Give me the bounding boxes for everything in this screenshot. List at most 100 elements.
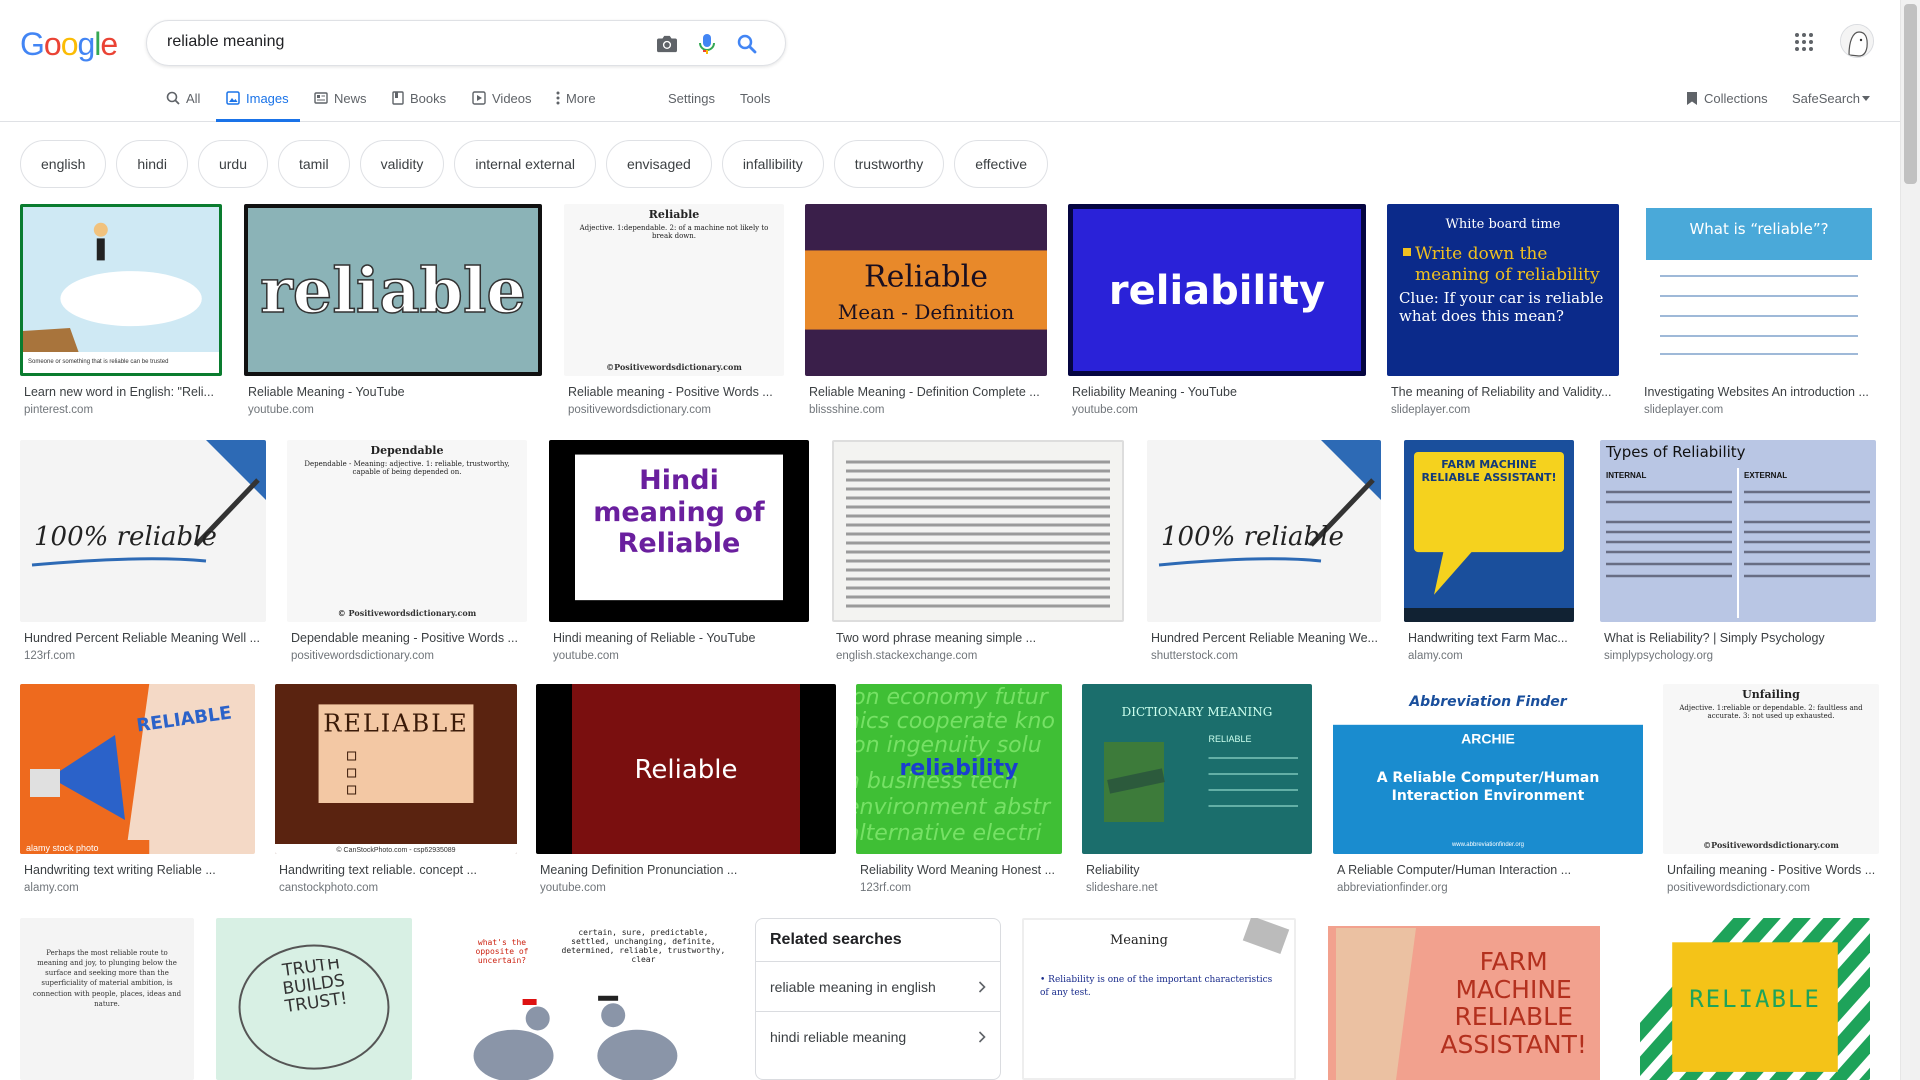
page-scrollbar[interactable] [1900, 0, 1920, 1080]
result-title[interactable]: Learn new word in English: "Reli... [24, 385, 220, 399]
account-avatar[interactable] [1840, 24, 1874, 58]
result-thumbnail[interactable]: Reliable Mean - Definition [805, 204, 1047, 376]
image-result[interactable]: Hindi meaning of Reliable Hindi meaning o… [549, 440, 809, 662]
safesearch-dropdown[interactable]: SafeSearch [1792, 91, 1870, 106]
result-title[interactable]: Handwriting text reliable. concept ... [279, 863, 515, 877]
image-result[interactable]: DICTIONARY MEANING RELIABLE Reliability s… [1082, 684, 1312, 894]
image-result[interactable]: RELIABLE © CanStockPhoto.com - csp629350… [275, 684, 517, 894]
result-title[interactable]: Handwriting text Farm Mac... [1408, 631, 1572, 645]
image-result[interactable]: Perhaps the most reliable route to meani… [20, 918, 194, 1080]
result-thumbnail[interactable]: Perhaps the most reliable route to meani… [20, 918, 194, 1080]
result-thumbnail[interactable]: ion economy futur nics cooperate kno ion i… [856, 684, 1062, 854]
chip-english[interactable]: english [20, 140, 107, 188]
search-icon[interactable] [735, 32, 759, 56]
image-result[interactable]: Dependable Dependable - Meaning: adjecti… [287, 440, 527, 662]
image-result[interactable]: Unfailing Adjective. 1:reliable or depen… [1663, 684, 1879, 894]
result-title[interactable]: What is Reliability? | Simply Psychology [1604, 631, 1874, 645]
result-thumbnail[interactable]: reliable [244, 204, 542, 376]
image-result[interactable]: RELIABLE alamy stock photo Handwriting te… [20, 684, 255, 894]
result-title[interactable]: Investigating Websites An introduction .… [1644, 385, 1876, 399]
scrollbar-thumb[interactable] [1904, 4, 1917, 184]
result-thumbnail[interactable]: DICTIONARY MEANING RELIABLE [1082, 684, 1312, 854]
image-result[interactable]: Two word phrase meaning simple ... englis… [832, 440, 1124, 662]
chip-trustworthy[interactable]: trustworthy [833, 140, 945, 188]
result-title[interactable]: Reliability [1086, 863, 1310, 877]
related-search-item[interactable]: hindi reliable meaning [756, 1011, 1000, 1061]
result-thumbnail[interactable]: Meaning • Reliability is one of the impo… [1022, 918, 1296, 1080]
image-result[interactable]: TRUTH BUILDS TRUST! [216, 918, 412, 1080]
result-title[interactable]: Handwriting text writing Reliable ... [24, 863, 253, 877]
result-thumbnail[interactable]: TRUTH BUILDS TRUST! [216, 918, 412, 1080]
result-title[interactable]: Reliability Word Meaning Honest ... [860, 863, 1060, 877]
image-result[interactable]: Types of Reliability INTERNAL EXTERNAL W… [1600, 440, 1876, 662]
result-title[interactable]: Reliable meaning - Positive Words ... [568, 385, 782, 399]
chip-infallibility[interactable]: infallibility [721, 140, 824, 188]
image-result[interactable]: FARM MACHINE RELIABLE ASSISTANT! [1326, 918, 1602, 1080]
result-title[interactable]: Unfailing meaning - Positive Words ... [1667, 863, 1877, 877]
chip-validity[interactable]: validity [359, 140, 445, 188]
chip-tamil[interactable]: tamil [278, 140, 350, 188]
image-result[interactable]: reliable Reliable Meaning - YouTube youtub… [244, 204, 542, 416]
image-result[interactable]: Reliable Mean - Definition Reliable Meani… [805, 204, 1047, 416]
image-result[interactable]: White board time Write down the meaning … [1387, 204, 1619, 416]
search-input[interactable] [167, 33, 627, 51]
result-title[interactable]: Hundred Percent Reliable Meaning We... [1151, 631, 1379, 645]
image-result[interactable]: Reliable Meaning Definition Pronunciation… [536, 684, 836, 894]
camera-icon[interactable] [655, 32, 679, 56]
result-thumbnail[interactable]: FARM MACHINE RELIABLE ASSISTANT! [1404, 440, 1574, 622]
result-thumbnail[interactable]: Someone or something that is reliable ca… [20, 204, 222, 376]
result-thumbnail[interactable]: Types of Reliability INTERNAL EXTERNAL [1600, 440, 1876, 622]
result-thumbnail[interactable]: what's the opposite of uncertain? certai… [432, 918, 734, 1080]
result-thumbnail[interactable]: Reliable [536, 684, 836, 854]
result-thumbnail[interactable]: reliability [1068, 204, 1366, 376]
image-result[interactable]: ion economy futur nics cooperate kno ion i… [856, 684, 1062, 894]
image-result[interactable]: Someone or something that is reliable ca… [20, 204, 222, 416]
image-result[interactable]: 100% reliable Hundred Percent Reliable M… [1147, 440, 1381, 662]
tab-more[interactable]: More [556, 86, 596, 122]
result-title[interactable]: The meaning of Reliability and Validity.… [1391, 385, 1617, 399]
microphone-icon[interactable] [695, 32, 719, 56]
tab-all[interactable]: All [166, 86, 200, 122]
collections-link[interactable]: Collections [1686, 91, 1768, 106]
chip-hindi[interactable]: hindi [116, 140, 188, 188]
result-title[interactable]: A Reliable Computer/Human Interaction ..… [1337, 863, 1641, 877]
result-thumbnail[interactable]: RELIABLE [1640, 918, 1870, 1080]
result-thumbnail[interactable]: Reliable Adjective. 1:dependable. 2: of … [564, 204, 784, 376]
result-title[interactable]: Meaning Definition Pronunciation ... [540, 863, 834, 877]
tab-videos[interactable]: Videos [472, 86, 532, 122]
result-thumbnail[interactable]: Abbreviation Finder ARCHIE A Reliable Co… [1333, 684, 1643, 854]
tab-news[interactable]: News [314, 86, 367, 122]
result-title[interactable]: Reliable Meaning - Definition Complete .… [809, 385, 1045, 399]
tab-books[interactable]: Books [392, 86, 446, 122]
result-thumbnail[interactable]: Hindi meaning of Reliable [549, 440, 809, 622]
result-title[interactable]: Dependable meaning - Positive Words ... [291, 631, 525, 645]
image-result[interactable]: RELIABLE [1640, 918, 1870, 1080]
result-title[interactable]: Two word phrase meaning simple ... [836, 631, 1122, 645]
image-result[interactable]: Abbreviation Finder ARCHIE A Reliable Co… [1333, 684, 1643, 894]
result-thumbnail[interactable]: FARM MACHINE RELIABLE ASSISTANT! [1326, 918, 1602, 1080]
result-thumbnail[interactable]: RELIABLE alamy stock photo [20, 684, 255, 854]
result-thumbnail[interactable] [832, 440, 1124, 622]
result-thumbnail[interactable]: 100% reliable [1147, 440, 1381, 622]
result-title[interactable]: Hindi meaning of Reliable - YouTube [553, 631, 807, 645]
image-result[interactable]: 100% reliable Hundred Percent Reliable M… [20, 440, 266, 662]
chip-internal-external[interactable]: internal external [454, 140, 596, 188]
result-title[interactable]: Reliability Meaning - YouTube [1072, 385, 1364, 399]
related-search-item[interactable]: reliable meaning in english [756, 961, 1000, 1011]
chip-effective[interactable]: effective [954, 140, 1049, 188]
google-logo[interactable]: Google [20, 26, 118, 63]
image-result[interactable]: What is “reliable”? Investigating Websit… [1640, 204, 1878, 416]
google-apps-icon[interactable] [1794, 32, 1818, 56]
result-thumbnail[interactable]: 100% reliable [20, 440, 266, 622]
image-result[interactable]: what's the opposite of uncertain? certai… [432, 918, 734, 1080]
result-title[interactable]: Reliable Meaning - YouTube [248, 385, 540, 399]
tools-link[interactable]: Tools [740, 86, 770, 122]
settings-link[interactable]: Settings [668, 86, 715, 122]
result-thumbnail[interactable]: RELIABLE © CanStockPhoto.com - csp629350… [275, 684, 517, 854]
result-title[interactable]: Hundred Percent Reliable Meaning Well ..… [24, 631, 264, 645]
result-thumbnail[interactable]: Dependable Dependable - Meaning: adjecti… [287, 440, 527, 622]
result-thumbnail[interactable]: White board time Write down the meaning … [1387, 204, 1619, 376]
result-thumbnail[interactable]: Unfailing Adjective. 1:reliable or depen… [1663, 684, 1879, 854]
chip-envisaged[interactable]: envisaged [605, 140, 712, 188]
search-box[interactable] [146, 20, 786, 66]
